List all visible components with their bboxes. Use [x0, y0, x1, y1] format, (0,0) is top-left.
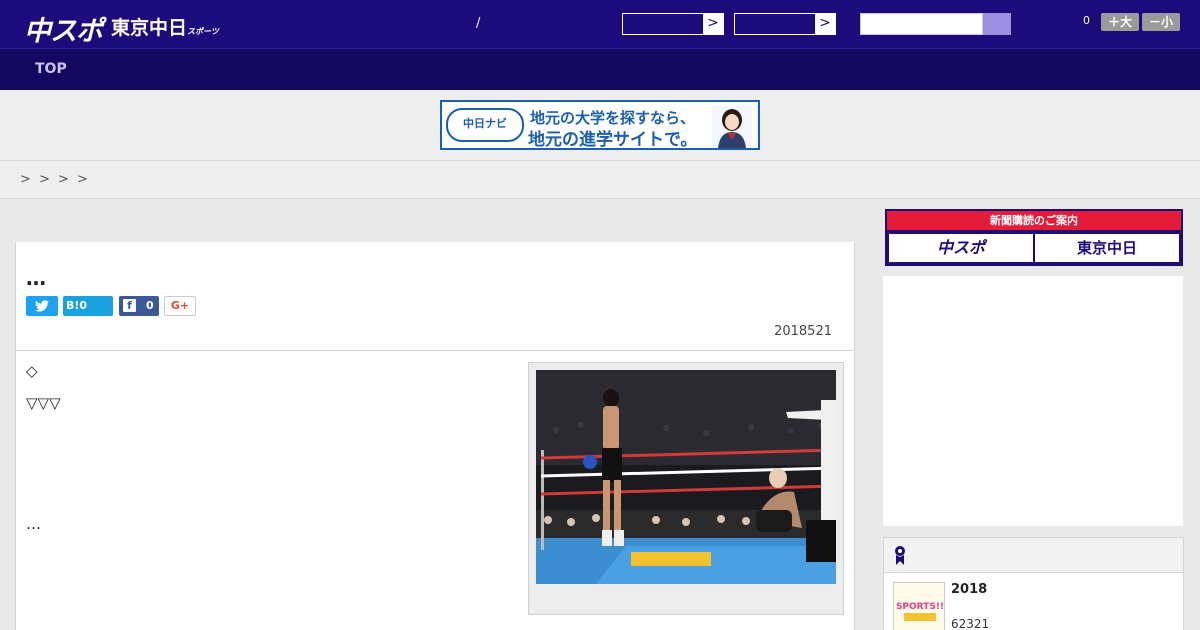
- chevron-right-icon: >: [703, 14, 723, 34]
- facebook-icon: f: [123, 299, 136, 312]
- ribbon-icon: [895, 546, 905, 565]
- ranking-panel: SPORTS!! 2018 62321: [883, 537, 1184, 630]
- article-divider: [16, 350, 854, 351]
- breadcrumb-separator: >: [58, 172, 69, 187]
- tokyo-chunichi-logo[interactable]: 東京中日スポーツ: [111, 13, 219, 40]
- banner-area: 中日ナビ 地元の大学を探すなら、 地元の進学サイトで。: [0, 90, 1200, 161]
- sidebar-ad[interactable]: [883, 276, 1183, 526]
- ranking-thumbnail[interactable]: SPORTS!!: [893, 582, 945, 630]
- breadcrumb: > > > >: [0, 161, 1200, 199]
- tokyo-chunichi-logo-small: スポーツ: [187, 27, 219, 36]
- google-plus-button[interactable]: G+: [164, 296, 196, 316]
- subscription-banner[interactable]: 新聞購読のご案内 中スポ 東京中日: [885, 209, 1183, 266]
- article-title: …: [26, 266, 46, 290]
- subscribe-tokyo-chunichi-button[interactable]: 東京中日: [1035, 234, 1179, 262]
- chuspo-logo[interactable]: 中スポ: [24, 9, 103, 48]
- main-nav: TOP: [0, 48, 1200, 90]
- chevron-right-icon: >: [815, 14, 835, 34]
- article-body-line: ▽▽▽: [26, 394, 61, 412]
- twitter-share-button[interactable]: [26, 296, 58, 316]
- ad-logo: 中日ナビ: [446, 108, 524, 142]
- ranking-thumbnail-text: SPORTS!!: [896, 602, 944, 612]
- facebook-count: 0: [146, 299, 154, 312]
- nav-item-top[interactable]: TOP: [35, 61, 67, 77]
- header-separator: /: [476, 16, 481, 31]
- article-body-line: …: [26, 515, 41, 533]
- hatena-bookmark-button[interactable]: B!0: [63, 296, 113, 316]
- boxing-photo[interactable]: [536, 370, 836, 584]
- breadcrumb-separator: >: [77, 172, 88, 187]
- article-body-line: ◇: [26, 362, 38, 380]
- font-size-level: 0: [1083, 14, 1090, 27]
- subscription-heading: 新聞購読のご案内: [887, 211, 1181, 230]
- search-input[interactable]: [860, 13, 983, 35]
- tokyo-chunichi-logo-text: 東京中日: [111, 17, 188, 39]
- breadcrumb-separator: >: [39, 172, 50, 187]
- category-select-2[interactable]: >: [734, 13, 836, 35]
- subscribe-chuspo-button[interactable]: 中スポ: [889, 234, 1033, 262]
- article-date: 2018521: [774, 324, 832, 339]
- twitter-icon: [35, 300, 49, 312]
- category-select-1[interactable]: >: [622, 13, 724, 35]
- facebook-share-button[interactable]: f 0: [119, 296, 159, 316]
- ranking-thumbnail-image: SPORTS!!: [894, 583, 944, 630]
- ranking-item-title[interactable]: 2018: [951, 582, 987, 597]
- site-header: 中スポ 東京中日スポーツ / > > 0 ＋大 －小: [0, 0, 1200, 48]
- search-button[interactable]: [983, 13, 1011, 35]
- ranking-item-date: 62321: [951, 617, 990, 630]
- article-card: … B!0 f 0 G+ 2018521 ◇ ▽▽▽ …: [15, 242, 855, 630]
- ad-text-line2: 地元の進学サイトで。: [528, 130, 698, 150]
- ad-person-image: [712, 106, 752, 148]
- font-smaller-button[interactable]: －小: [1142, 13, 1180, 31]
- ranking-header: [884, 538, 1183, 573]
- breadcrumb-separator: >: [20, 172, 31, 187]
- ad-banner[interactable]: 中日ナビ 地元の大学を探すなら、 地元の進学サイトで。: [440, 100, 760, 150]
- font-larger-button[interactable]: ＋大: [1101, 13, 1139, 31]
- article-photo-frame: [528, 362, 844, 615]
